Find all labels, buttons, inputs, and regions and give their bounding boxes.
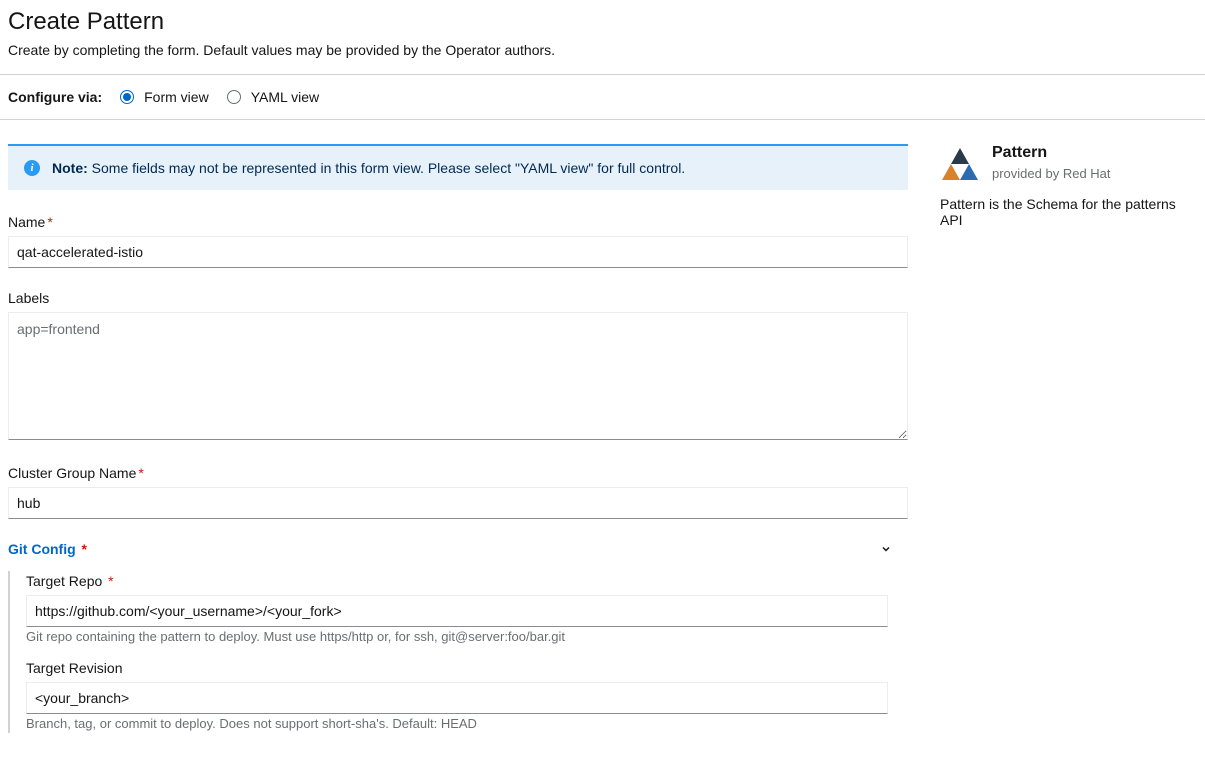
cluster-group-name-input[interactable]	[8, 487, 908, 519]
radio-yaml-view-label: YAML view	[251, 89, 319, 105]
labels-input[interactable]	[8, 312, 908, 440]
page-subtitle: Create by completing the form. Default v…	[8, 42, 1197, 58]
git-config-heading: Git Config *	[8, 541, 87, 557]
target-revision-input[interactable]	[26, 682, 888, 714]
sidebar-provided-by: provided by Red Hat	[992, 166, 1111, 181]
chevron-down-icon	[880, 543, 892, 555]
radio-icon	[227, 90, 241, 104]
radio-yaml-view[interactable]: YAML view	[227, 89, 319, 105]
name-label: Name*	[8, 214, 908, 230]
sidebar-title: Pattern	[992, 144, 1111, 162]
info-alert: i Note: Some fields may not be represent…	[8, 144, 908, 190]
target-revision-helper: Branch, tag, or commit to deploy. Does n…	[26, 716, 908, 733]
radio-icon	[120, 90, 134, 104]
name-input[interactable]	[8, 236, 908, 268]
target-repo-label: Target Repo *	[26, 573, 908, 589]
git-config-toggle[interactable]: Git Config *	[8, 541, 908, 557]
target-repo-input[interactable]	[26, 595, 888, 627]
configure-via-row: Configure via: Form view YAML view	[0, 74, 1205, 120]
cluster-group-name-label: Cluster Group Name*	[8, 465, 908, 481]
target-repo-helper: Git repo containing the pattern to deplo…	[26, 629, 908, 646]
radio-form-view[interactable]: Form view	[120, 89, 209, 105]
alert-text: Note: Some fields may not be represented…	[52, 160, 685, 176]
target-revision-label: Target Revision	[26, 660, 908, 676]
radio-form-view-label: Form view	[144, 89, 209, 105]
pattern-logo-icon	[940, 144, 980, 184]
page-title: Create Pattern	[8, 8, 1197, 36]
configure-via-label: Configure via:	[8, 89, 102, 105]
sidebar-description: Pattern is the Schema for the patterns A…	[940, 196, 1197, 228]
labels-label: Labels	[8, 290, 908, 306]
info-icon: i	[24, 160, 40, 176]
